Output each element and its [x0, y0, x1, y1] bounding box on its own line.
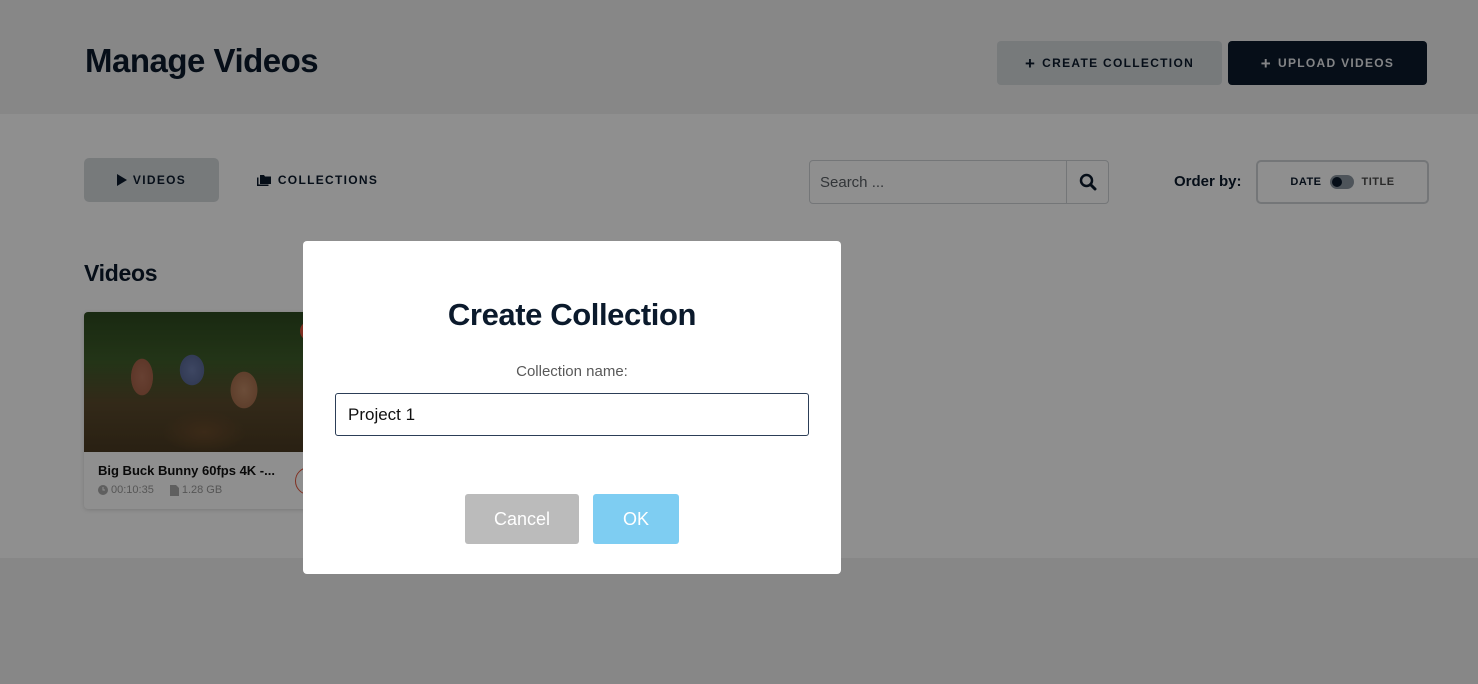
ok-button[interactable]: OK — [593, 494, 679, 544]
create-collection-dialog: Create Collection Collection name: Cance… — [303, 241, 841, 574]
collection-name-input[interactable] — [335, 393, 809, 436]
dialog-title: Create Collection — [447, 297, 697, 332]
cancel-button[interactable]: Cancel — [465, 494, 579, 544]
collection-name-label: Collection name: — [516, 363, 628, 380]
